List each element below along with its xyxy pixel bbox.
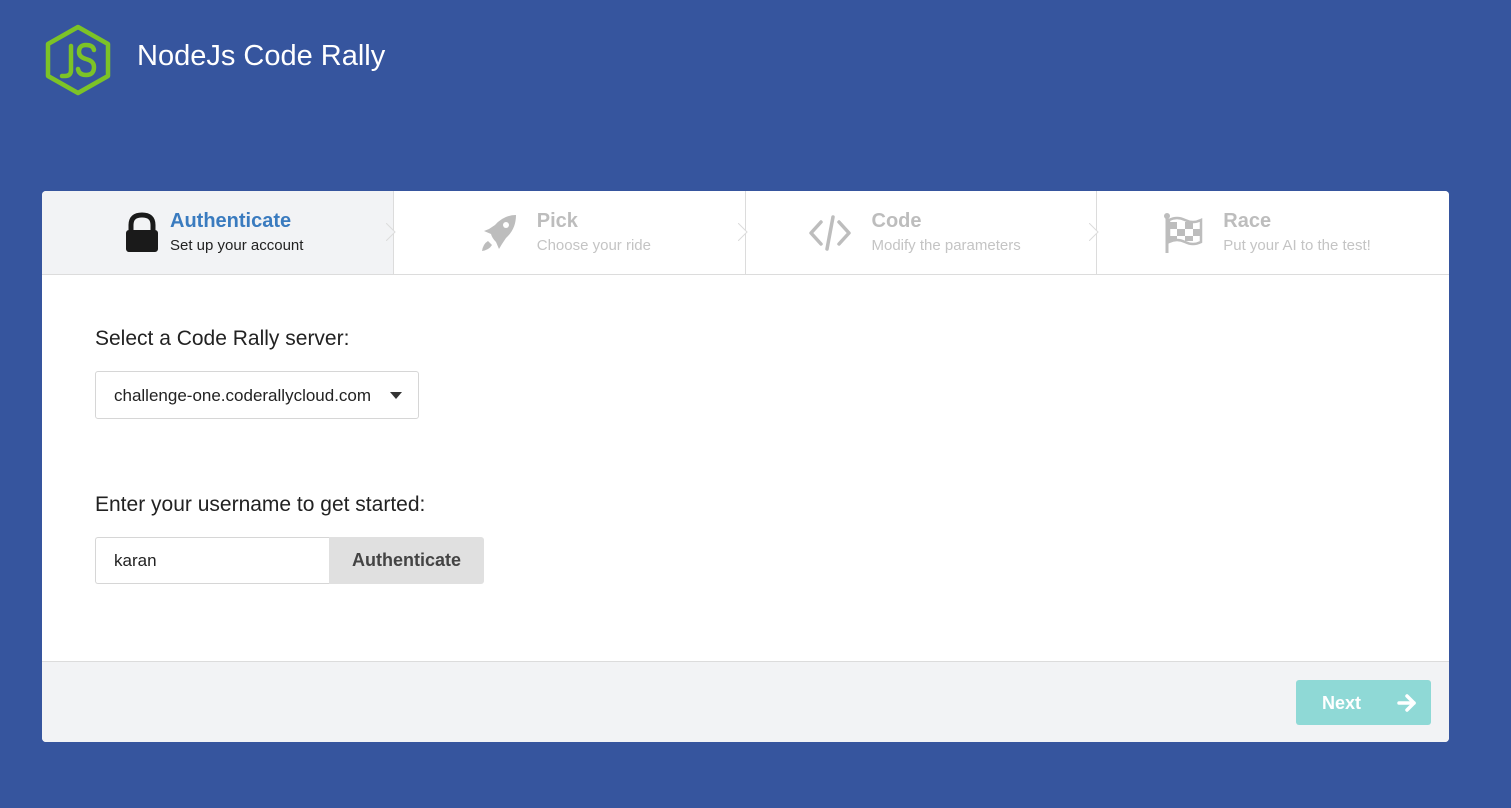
step-code[interactable]: Code Modify the parameters — [745, 191, 1099, 274]
step-code-title: Code — [871, 210, 922, 232]
nodejs-hexagon-icon — [45, 24, 111, 96]
step-race-subtitle: Put your AI to the test! — [1223, 237, 1371, 254]
chevron-right-icon — [385, 223, 396, 241]
caret-down-icon — [390, 392, 402, 399]
step-pick-title: Pick — [536, 210, 578, 232]
app-header: NodeJs Code Rally — [0, 0, 1511, 110]
lock-icon — [126, 212, 158, 252]
step-race[interactable]: Race Put your AI to the test! — [1097, 191, 1449, 274]
username-input[interactable] — [95, 537, 329, 584]
arrow-right-icon — [1397, 694, 1416, 712]
chevron-right-icon — [1089, 223, 1099, 241]
chevron-right-icon — [737, 223, 748, 241]
wizard-footer: Next — [42, 661, 1449, 742]
app-title: NodeJs Code Rally — [137, 40, 386, 72]
step-authenticate-title: Authenticate — [170, 210, 292, 232]
authenticate-button[interactable]: Authenticate — [329, 537, 484, 584]
step-authenticate[interactable]: Authenticate Set up your account — [42, 191, 396, 274]
next-button[interactable]: Next — [1296, 680, 1431, 725]
username-label: Enter your username to get started: — [95, 493, 426, 516]
wizard-card: Authenticate Set up your account Pick Ch… — [42, 191, 1449, 742]
step-authenticate-subtitle: Set up your account — [170, 237, 304, 254]
checkered-flag-icon — [1164, 213, 1203, 253]
server-select-value: challenge-one.coderallycloud.com — [114, 386, 372, 405]
rocket-icon — [481, 215, 516, 251]
server-label: Select a Code Rally server: — [95, 327, 350, 350]
next-button-label: Next — [1322, 693, 1362, 713]
step-pick-subtitle: Choose your ride — [536, 237, 651, 254]
step-code-subtitle: Modify the parameters — [871, 237, 1021, 254]
server-select[interactable]: challenge-one.coderallycloud.com — [95, 371, 419, 419]
step-pick[interactable]: Pick Choose your ride — [393, 191, 748, 274]
code-icon — [808, 215, 851, 251]
wizard-steps: Authenticate Set up your account Pick Ch… — [42, 191, 1449, 275]
step-race-title: Race — [1223, 210, 1272, 232]
